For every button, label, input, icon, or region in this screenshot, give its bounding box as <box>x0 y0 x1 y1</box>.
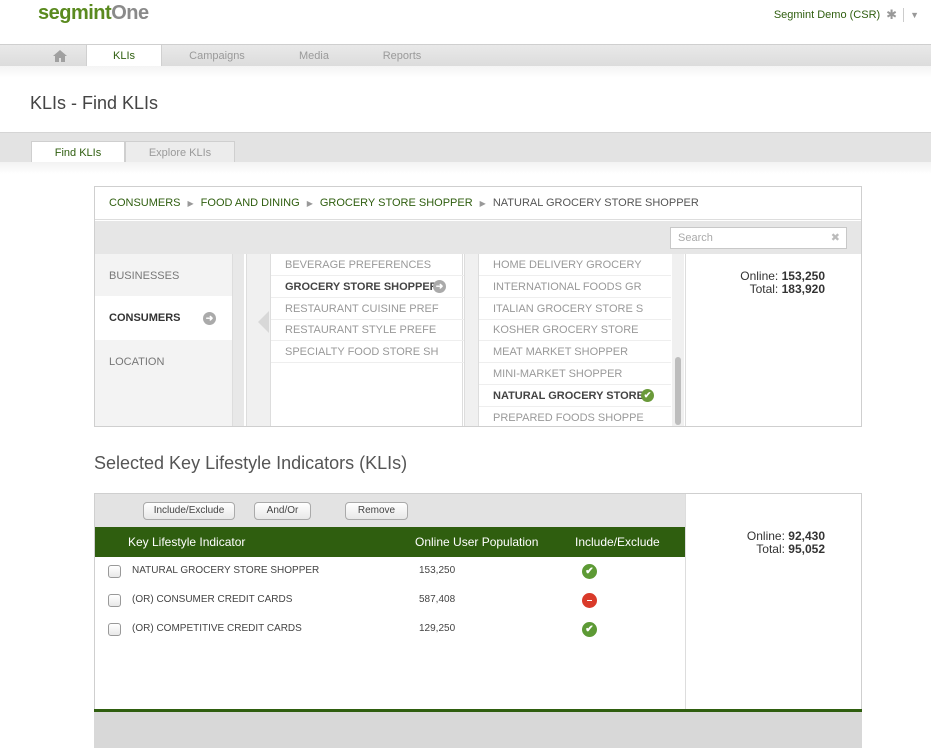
exclude-minus-icon[interactable]: – <box>582 593 597 608</box>
row-kli-name: (OR) CONSUMER CREDIT CARDS <box>132 594 293 605</box>
selection-pointer <box>258 311 269 333</box>
include-check-icon[interactable]: ✔ <box>582 622 597 637</box>
user-name[interactable]: Segmint Demo (CSR) <box>774 9 880 21</box>
table-row[interactable]: NATURAL GROCERY STORE SHOPPER 153,250 ✔ <box>95 557 685 586</box>
breadcrumb-food-and-dining[interactable]: FOOD AND DINING <box>201 197 300 209</box>
category-businesses[interactable]: BUSINESSES <box>95 254 232 298</box>
kli-scrollbar-thumb[interactable] <box>675 357 681 425</box>
total-count: Total: 95,052 <box>756 542 825 556</box>
main-nav: KLIs Campaigns Media Reports <box>0 44 931 67</box>
kli-item[interactable]: KOSHER GROCERY STORE <box>479 319 671 341</box>
row-checkbox[interactable] <box>108 594 121 607</box>
table-row[interactable]: (OR) COMPETITIVE CREDIT CARDS 129,250 ✔ <box>95 615 685 644</box>
kli-item[interactable]: HOME DELIVERY GROCERY <box>479 254 671 276</box>
kli-item[interactable]: MEAT MARKET SHOPPER <box>479 341 671 363</box>
include-check-icon[interactable]: ✔ <box>582 564 597 579</box>
nav-item-reports[interactable]: Reports <box>372 45 432 67</box>
tab-find-klis[interactable]: Find KLIs <box>31 141 125 163</box>
kli-item[interactable]: INTERNATIONAL FOODS GR <box>479 276 671 298</box>
column-header-population[interactable]: Online User Population <box>415 527 538 557</box>
row-population: 153,250 <box>419 565 456 576</box>
footer-bar <box>94 709 862 748</box>
subcategory-item-selected[interactable]: GROCERY STORE SHOPPER ➜ <box>271 276 464 298</box>
subcategory-item[interactable]: RESTAURANT CUISINE PREF <box>271 298 464 320</box>
subtabs-bar: Find KLIs Explore KLIs <box>0 132 931 163</box>
subcategory-item[interactable]: SPECIALTY FOOD STORE SH <box>271 341 464 363</box>
search-bar: Search ✖ <box>95 221 861 254</box>
row-population: 129,250 <box>419 623 456 634</box>
column-divider <box>246 254 270 426</box>
kli-item[interactable]: PREPARED FOODS SHOPPE <box>479 407 671 426</box>
subcategory-column: BEVERAGE PREFERENCES GROCERY STORE SHOPP… <box>270 254 464 426</box>
close-icon[interactable]: ✖ <box>831 228 840 248</box>
selected-toolbar: Include/Exclude And/Or Remove <box>95 494 685 527</box>
breadcrumb: CONSUMERS ▶ FOOD AND DINING ▶ GROCERY ST… <box>95 187 861 220</box>
kli-item-selected[interactable]: NATURAL GROCERY STORE ✔ <box>479 385 671 407</box>
category-location[interactable]: LOCATION <box>95 340 232 384</box>
row-kli-name: NATURAL GROCERY STORE SHOPPER <box>132 565 320 576</box>
breadcrumb-arrow-icon: ▶ <box>306 198 313 208</box>
divider <box>903 8 905 22</box>
kli-label: NATURAL GROCERY STORE <box>493 390 644 402</box>
selected-counts: Online: 92,430 Total: 95,052 <box>685 494 861 710</box>
and-or-button[interactable]: And/Or <box>254 502 311 520</box>
tab-explore-klis[interactable]: Explore KLIs <box>125 141 235 163</box>
category-label: BUSINESSES <box>109 270 180 282</box>
breadcrumb-grocery-store-shopper[interactable]: GROCERY STORE SHOPPER <box>320 197 473 209</box>
subcategory-label: GROCERY STORE SHOPPER <box>285 281 438 293</box>
category-column: BUSINESSES CONSUMERS ➜ LOCATION <box>95 254 232 426</box>
user-menu[interactable]: Segmint Demo (CSR) ✱ ▼ <box>774 7 919 23</box>
table-row[interactable]: (OR) CONSUMER CREDIT CARDS 587,408 – <box>95 586 685 615</box>
breadcrumb-arrow-icon: ▶ <box>479 198 486 208</box>
column-divider <box>464 254 478 426</box>
subcategory-item[interactable]: BEVERAGE PREFERENCES <box>271 254 464 276</box>
category-consumers[interactable]: CONSUMERS ➜ <box>95 296 232 340</box>
breadcrumb-arrow-icon: ▶ <box>187 198 194 208</box>
remove-button[interactable]: Remove <box>345 502 408 520</box>
subtabs-shadow <box>0 162 931 174</box>
row-kli-name: (OR) COMPETITIVE CREDIT CARDS <box>132 623 302 634</box>
nav-item-klis[interactable]: KLIs <box>86 45 162 67</box>
breadcrumb-natural-grocery: NATURAL GROCERY STORE SHOPPER <box>492 197 699 209</box>
category-label: CONSUMERS <box>109 312 181 324</box>
segmint-logo[interactable]: segmintOne <box>38 2 149 25</box>
kli-item[interactable]: ITALIAN GROCERY STORE S <box>479 298 671 320</box>
online-count: Online: 92,430 <box>746 529 825 543</box>
row-checkbox[interactable] <box>108 623 121 636</box>
online-count: Online: 153,250 <box>740 269 825 283</box>
include-exclude-button[interactable]: Include/Exclude <box>143 502 235 520</box>
total-count: Total: 183,920 <box>749 282 825 296</box>
home-icon[interactable] <box>50 49 70 63</box>
nav-item-campaigns[interactable]: Campaigns <box>178 45 256 67</box>
breadcrumb-consumers[interactable]: CONSUMERS <box>109 197 181 209</box>
kli-browser: CONSUMERS ▶ FOOD AND DINING ▶ GROCERY ST… <box>94 186 862 427</box>
selected-klis-panel: Include/Exclude And/Or Remove Key Lifest… <box>94 493 862 711</box>
kli-column: HOME DELIVERY GROCERY INTERNATIONAL FOOD… <box>478 254 671 426</box>
column-header-include-exclude[interactable]: Include/Exclude <box>575 527 660 557</box>
checkmark-icon: ✔ <box>641 389 654 402</box>
nav-item-media[interactable]: Media <box>286 45 342 67</box>
column-header-kli[interactable]: Key Lifestyle Indicator <box>128 527 245 557</box>
table-header: Key Lifestyle Indicator Online User Popu… <box>95 527 685 557</box>
arrow-right-icon: ➜ <box>433 280 446 293</box>
gear-icon[interactable]: ✱ <box>886 7 897 23</box>
nav-shadow <box>0 66 931 78</box>
chevron-down-icon[interactable]: ▼ <box>910 10 919 20</box>
search-input[interactable]: Search ✖ <box>670 227 847 249</box>
arrow-right-icon: ➜ <box>203 312 216 325</box>
kli-item[interactable]: MINI-MARKET SHOPPER <box>479 363 671 385</box>
browse-counts: Online: 153,250 Total: 183,920 <box>685 254 861 426</box>
top-bar: segmintOne Segmint Demo (CSR) ✱ ▼ <box>0 0 931 30</box>
category-scrollbar[interactable] <box>232 254 244 426</box>
subcategory-item[interactable]: RESTAURANT STYLE PREFE <box>271 319 464 341</box>
selected-klis-title: Selected Key Lifestyle Indicators (KLIs) <box>94 453 408 473</box>
category-label: LOCATION <box>109 356 165 368</box>
page-title: KLIs - Find KLIs <box>30 93 159 113</box>
row-population: 587,408 <box>419 594 456 605</box>
search-placeholder: Search <box>678 232 713 244</box>
row-checkbox[interactable] <box>108 565 121 578</box>
